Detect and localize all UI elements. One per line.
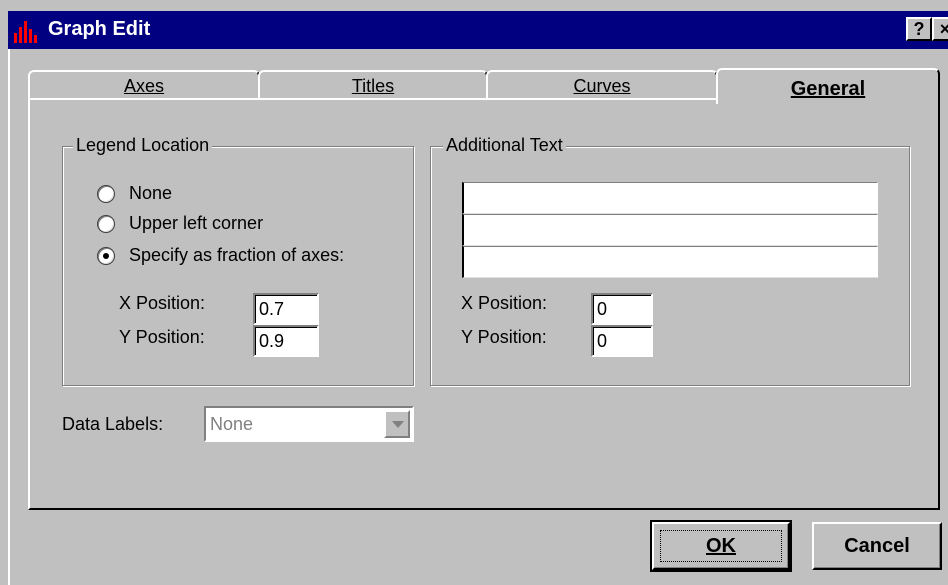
- tab-titles-label: Titles: [351, 76, 395, 96]
- dropdown-button[interactable]: [384, 410, 410, 438]
- tab-general[interactable]: General: [716, 68, 940, 104]
- radio-button[interactable]: [97, 215, 115, 233]
- tab-titles[interactable]: Titles: [258, 70, 488, 100]
- cancel-button[interactable]: Cancel: [812, 522, 942, 570]
- chevron-down-icon: [392, 421, 404, 428]
- additional-text-line-2[interactable]: [462, 214, 878, 246]
- text-x-position-label: X Position:: [461, 293, 548, 313]
- help-button[interactable]: ?: [906, 17, 932, 41]
- radio-upper-left-label: Upper left corner: [129, 213, 264, 233]
- additional-text-line-1[interactable]: [462, 182, 878, 214]
- title-bar[interactable]: Graph Edit ? ×: [8, 11, 948, 49]
- data-labels-label: Data Labels:: [62, 414, 164, 434]
- window-title: Graph Edit: [48, 18, 151, 40]
- tab-general-label: General: [790, 78, 866, 100]
- legend-location-group: Legend Location None Upper left corner S…: [62, 135, 414, 386]
- radio-button-selected[interactable]: [97, 247, 115, 265]
- focus-rectangle: [660, 530, 782, 562]
- tab-axes-label: Axes: [123, 76, 165, 96]
- data-labels-dropdown[interactable]: None: [204, 406, 414, 442]
- bar-chart-icon: [14, 21, 37, 43]
- legend-y-position-label: Y Position:: [119, 327, 205, 347]
- tab-curves[interactable]: Curves: [486, 70, 718, 100]
- radio-specify-fraction-label: Specify as fraction of axes:: [129, 245, 345, 265]
- tab-curves-label: Curves: [573, 76, 631, 96]
- legend-x-position-label: X Position:: [119, 293, 206, 313]
- close-button[interactable]: ×: [932, 17, 948, 41]
- text-y-position-label: Y Position:: [461, 327, 547, 347]
- graph-edit-dialog: Graph Edit ? × Axes Titles Curves Genera…: [0, 0, 948, 585]
- ok-button[interactable]: OK: [650, 520, 792, 572]
- tab-axes[interactable]: Axes: [28, 70, 260, 100]
- data-labels-value: None: [210, 414, 254, 434]
- legend-y-position-input[interactable]: 0.9: [253, 325, 319, 357]
- legend-x-position-input[interactable]: 0.7: [253, 293, 319, 325]
- radio-button[interactable]: [97, 185, 115, 203]
- radio-none-label: None: [129, 183, 173, 203]
- window-edge: [8, 49, 10, 585]
- text-x-position-input[interactable]: 0: [591, 293, 653, 325]
- additional-text-title: Additional Text: [443, 135, 566, 156]
- text-y-position-input[interactable]: 0: [591, 325, 653, 357]
- legend-location-title: Legend Location: [73, 135, 213, 156]
- additional-text-line-3[interactable]: [462, 246, 878, 278]
